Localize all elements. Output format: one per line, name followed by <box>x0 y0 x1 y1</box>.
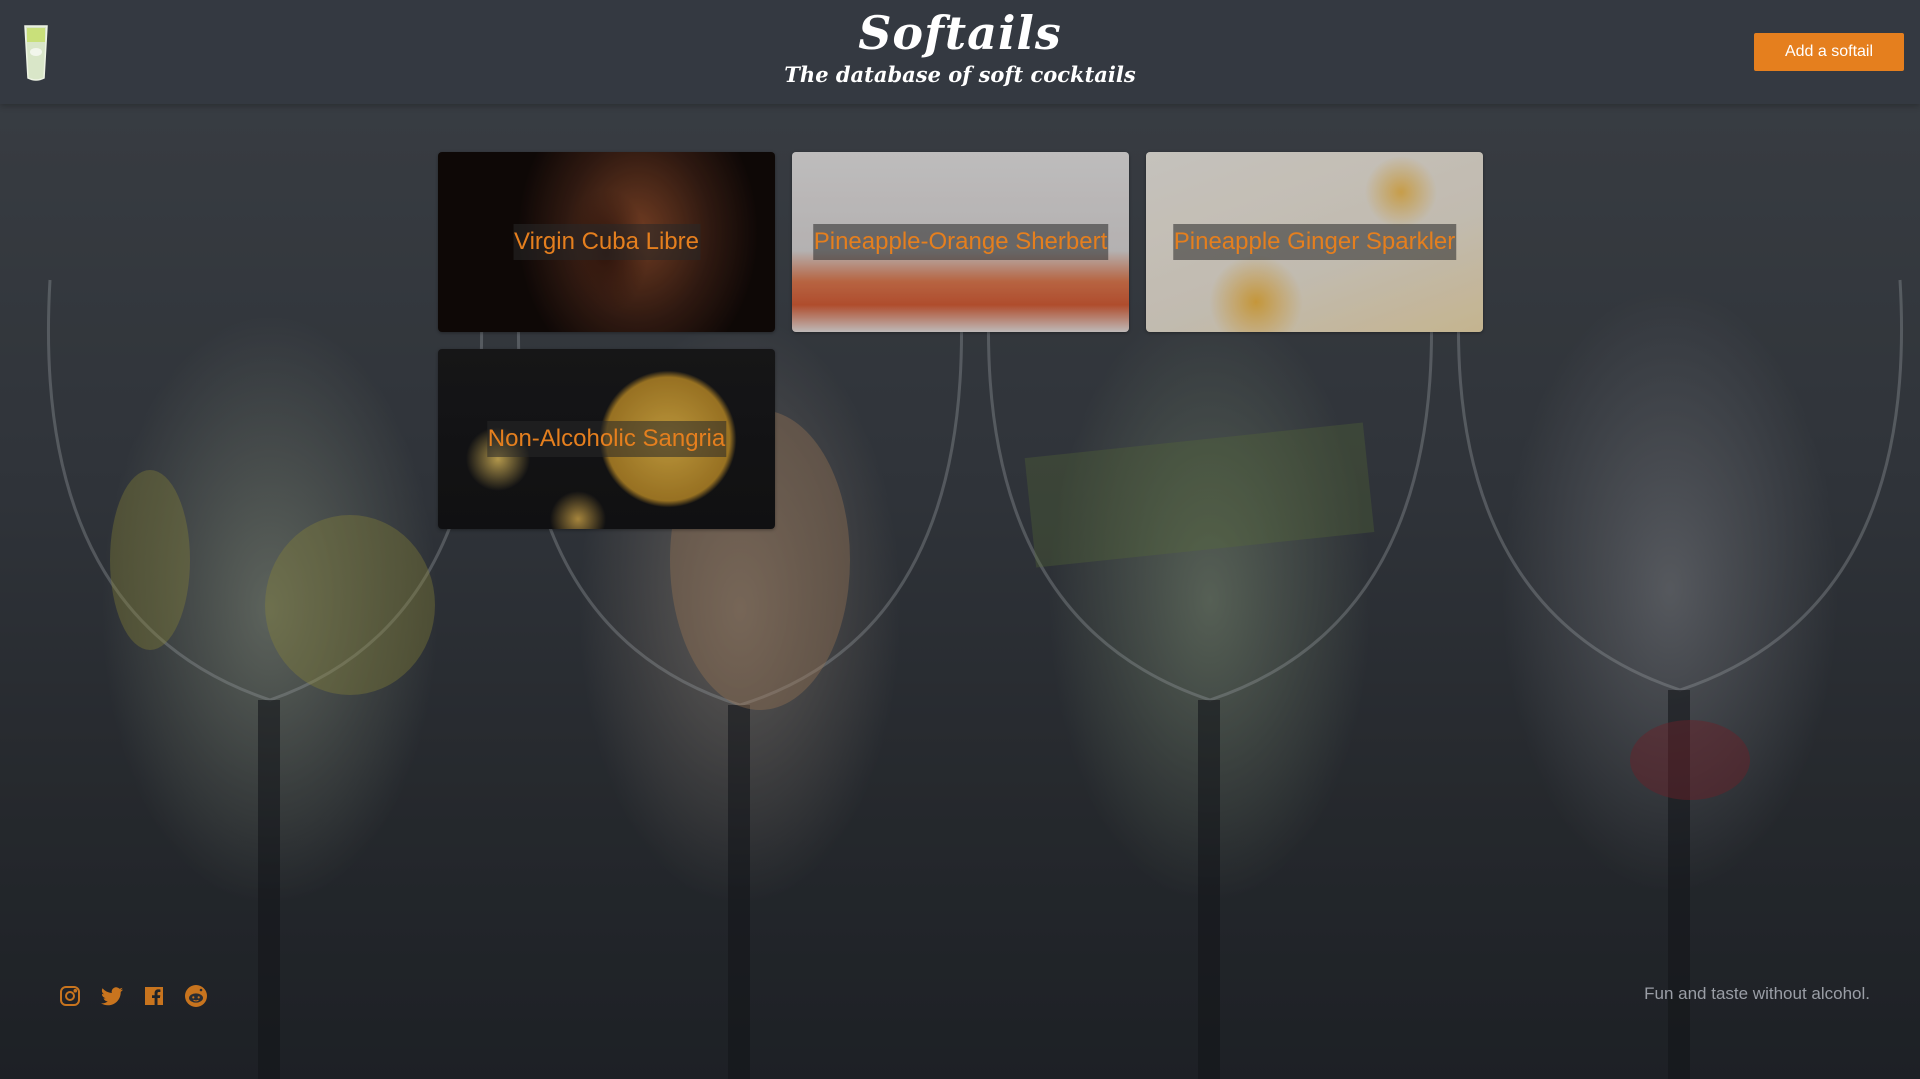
social-links <box>58 984 208 1008</box>
instagram-icon[interactable] <box>58 984 82 1008</box>
cocktail-title: Pineapple Ginger Sparkler <box>1172 224 1457 260</box>
site-title: Softails <box>858 6 1062 60</box>
cocktail-card[interactable]: Pineapple Ginger Sparkler <box>1146 152 1483 332</box>
facebook-icon[interactable] <box>142 984 166 1008</box>
add-softail-button[interactable]: Add a softail <box>1754 33 1904 71</box>
cocktail-title: Non-Alcoholic Sangria <box>486 421 727 457</box>
cocktail-card[interactable]: Pineapple-Orange Sherbert <box>792 152 1129 332</box>
top-bar: Softails The database of soft cocktails … <box>0 0 1920 104</box>
site-subtitle: The database of soft cocktails <box>784 62 1136 87</box>
cocktail-grid: Virgin Cuba Libre Pineapple-Orange Sherb… <box>438 152 1483 529</box>
twitter-icon[interactable] <box>100 984 124 1008</box>
cocktail-card[interactable]: Non-Alcoholic Sangria <box>438 349 775 529</box>
brand-block: Softails The database of soft cocktails <box>0 4 1920 90</box>
cocktail-card[interactable]: Virgin Cuba Libre <box>438 152 775 332</box>
cocktail-title: Pineapple-Orange Sherbert <box>812 224 1109 260</box>
footer: Fun and taste without alcohol. <box>0 970 1920 1020</box>
cocktail-title: Virgin Cuba Libre <box>512 224 701 260</box>
reddit-icon[interactable] <box>184 984 208 1008</box>
footer-tagline: Fun and taste without alcohol. <box>1644 984 1870 1003</box>
